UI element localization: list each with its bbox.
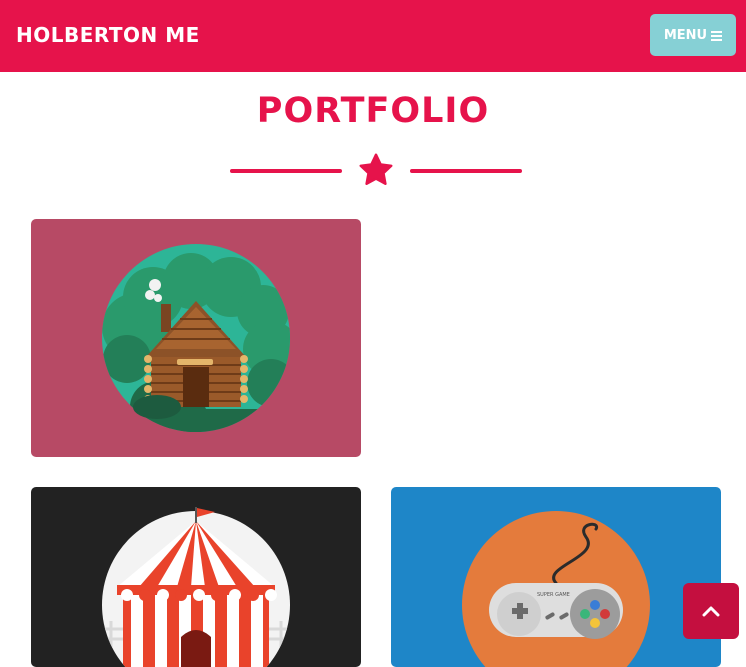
star-icon (359, 153, 393, 185)
portfolio-item-game[interactable]: SUPER GAME (391, 487, 721, 667)
back-to-top-button[interactable] (683, 583, 739, 639)
menu-label: MENU (663, 27, 708, 43)
portfolio-item-circus[interactable] (31, 487, 361, 667)
portfolio-item-cabin[interactable] (31, 219, 361, 457)
bars-icon (711, 30, 723, 41)
brand-logo[interactable]: HOLBERTON ME (16, 20, 200, 50)
controller-label: SUPER GAME (537, 592, 570, 598)
chevron-up-icon (702, 606, 720, 617)
divider-line-right (410, 169, 522, 173)
page-title: PORTFOLIO (256, 91, 490, 131)
divider-line-left (230, 169, 342, 173)
navbar: HOLBERTON ME MENU (0, 0, 746, 72)
menu-button[interactable]: MENU (650, 14, 736, 56)
